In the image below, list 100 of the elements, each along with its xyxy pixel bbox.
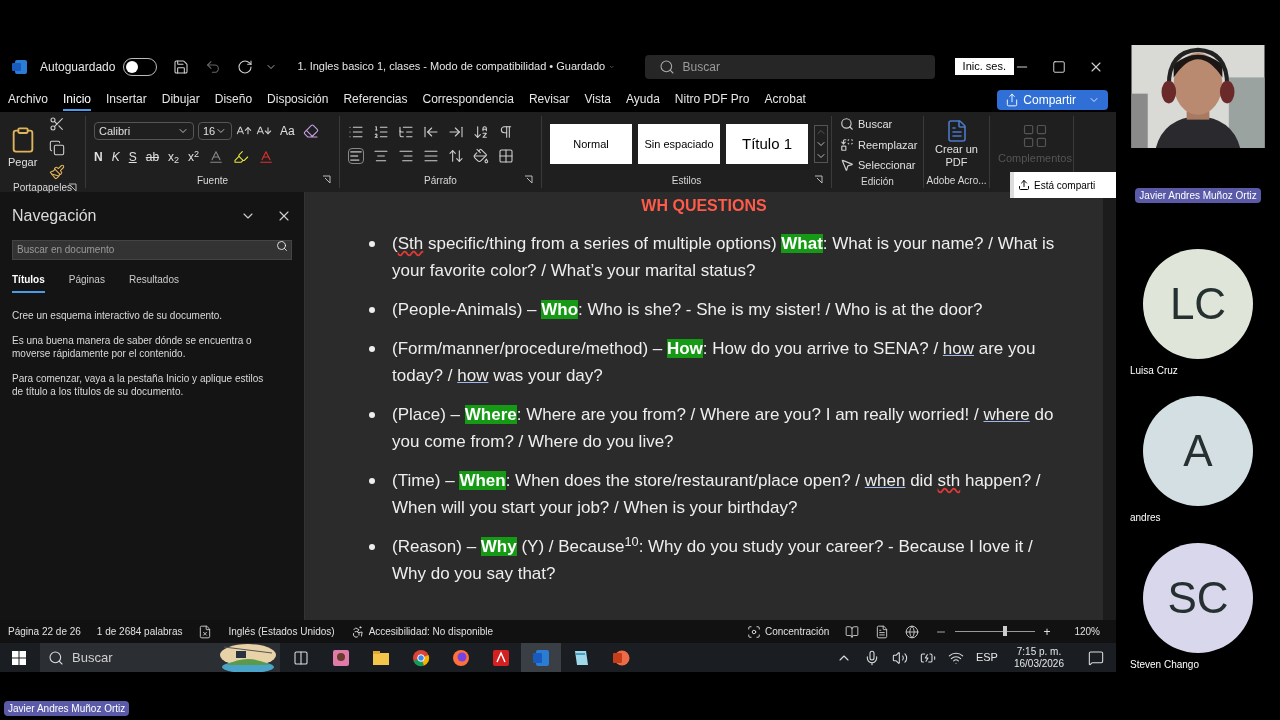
dialog-launcher-icon[interactable] xyxy=(524,175,533,184)
pane-title: Navegación xyxy=(12,206,97,226)
input-language[interactable]: ESP xyxy=(975,649,998,666)
style-option[interactable]: Título 1 xyxy=(726,124,808,164)
format-button[interactable]: K xyxy=(111,148,120,166)
autosave-toggle[interactable] xyxy=(123,57,158,76)
paste-button[interactable]: Pegar xyxy=(8,125,38,171)
page-count[interactable]: Página 22 de 26 xyxy=(8,624,81,639)
dialog-launcher-icon[interactable] xyxy=(814,175,823,184)
notifications-icon[interactable] xyxy=(1088,649,1104,666)
borders-icon[interactable] xyxy=(498,148,514,164)
focus-icon[interactable] xyxy=(746,624,761,639)
pane-paragraph: Para comenzar, vaya a la pestaña Inicio y aplique estilos de título a los títulos de su documento. xyxy=(12,372,265,398)
format-button[interactable]: x$_{2}$ xyxy=(168,148,180,166)
justify-icon[interactable] xyxy=(423,148,439,164)
create-pdf-button[interactable]: Crear un PDF xyxy=(932,119,981,169)
multilevel-list-icon[interactable] xyxy=(398,124,414,140)
participant-name: andres xyxy=(1130,511,1162,525)
ribbon-tab[interactable]: Insertar xyxy=(106,89,147,111)
decrease-indent-icon[interactable] xyxy=(423,124,439,140)
group-label: Párrafo xyxy=(424,173,457,188)
redo-icon[interactable] xyxy=(237,58,254,75)
style-option[interactable]: Sin espaciado xyxy=(638,124,720,164)
document-title[interactable]: 1. Ingles basico 1, clases - Modo de compatibilidad • Guardado xyxy=(297,58,606,75)
highlighter-icon[interactable] xyxy=(233,149,250,165)
share-button[interactable]: Compartir xyxy=(997,90,1108,110)
pilcrow-icon[interactable] xyxy=(498,124,514,140)
paintbrush-icon[interactable] xyxy=(49,164,66,180)
search-icon xyxy=(48,649,64,666)
proofing-icon[interactable] xyxy=(198,624,213,639)
ribbon-tab[interactable]: Revisar xyxy=(528,89,570,111)
align-center-icon[interactable] xyxy=(373,148,389,164)
ribbon-tab[interactable]: Ayuda xyxy=(626,89,660,111)
app-icon[interactable] xyxy=(491,647,511,668)
ribbon-tab[interactable]: Vista xyxy=(584,89,612,111)
zoom-in-button[interactable]: + xyxy=(1043,625,1051,638)
change-case-button[interactable]: Aa xyxy=(276,122,299,140)
format-button[interactable]: S xyxy=(128,148,137,166)
windows-logo-icon[interactable] xyxy=(12,650,26,665)
ribbon-tab[interactable]: Acrobat xyxy=(764,89,806,111)
pane-tab[interactable]: Resultados xyxy=(128,272,179,293)
editing-button[interactable]: Seleccionar xyxy=(840,157,918,174)
numbering-icon[interactable] xyxy=(373,124,389,140)
ribbon-tab[interactable]: Disposición xyxy=(267,89,329,111)
pane-tab[interactable]: Páginas xyxy=(68,272,105,293)
language-status[interactable]: Inglés (Estados Unidos) xyxy=(228,624,335,639)
editing-button[interactable]: Buscar xyxy=(840,116,918,133)
editing-icon xyxy=(840,158,854,173)
ribbon-tab[interactable]: Diseño xyxy=(214,89,253,111)
task-view-icon[interactable] xyxy=(293,649,309,666)
zoom-slider-thumb[interactable] xyxy=(1003,626,1007,636)
zoom-level[interactable]: 120% xyxy=(1074,624,1100,639)
app-icon[interactable] xyxy=(331,647,351,668)
taskbar-search-input[interactable]: Buscar xyxy=(72,647,182,668)
style-option[interactable]: Normal xyxy=(550,124,632,164)
save-icon[interactable] xyxy=(173,58,190,75)
copy-icon[interactable] xyxy=(49,140,66,156)
sign-in-button[interactable]: Inic. ses. xyxy=(954,58,1014,75)
align-right-icon[interactable] xyxy=(398,148,414,164)
maximize-icon[interactable] xyxy=(1052,59,1066,74)
app-icon[interactable] xyxy=(411,647,431,668)
group-label: Estilos xyxy=(671,173,702,188)
read-mode-icon[interactable] xyxy=(845,624,860,639)
format-button[interactable]: N xyxy=(94,148,103,166)
search-field[interactable]: Buscar en documento xyxy=(12,239,292,260)
search-field[interactable]: Buscar xyxy=(644,54,935,79)
dialog-launcher-icon[interactable] xyxy=(322,175,331,184)
format-button[interactable]: ab xyxy=(145,148,160,166)
ribbon-tab[interactable]: Correspondencia xyxy=(422,89,514,111)
clock[interactable]: 7:15 p. m. 16/03/2026 xyxy=(1013,645,1064,670)
scissors-icon[interactable] xyxy=(49,116,66,132)
pane-paragraph: Cree un esquema interactivo de su documento. xyxy=(12,309,224,322)
share-popup[interactable]: Está comparti xyxy=(1010,172,1116,198)
increase-indent-icon[interactable] xyxy=(448,124,464,140)
undo-icon[interactable] xyxy=(205,58,222,75)
line-spacing-icon[interactable] xyxy=(448,148,464,164)
app-icon[interactable] xyxy=(451,647,471,668)
text-effects-icon[interactable] xyxy=(208,149,225,165)
ribbon-tab[interactable]: Referencias xyxy=(343,89,408,111)
sort-icon[interactable] xyxy=(473,124,489,140)
ribbon-tab[interactable]: Nitro PDF Pro xyxy=(674,89,750,111)
search-icon xyxy=(658,58,675,75)
web-layout-icon[interactable] xyxy=(905,624,920,639)
ribbon-tab[interactable]: Archivo xyxy=(8,89,48,111)
bullet-icon xyxy=(369,478,375,484)
eraser-icon[interactable] xyxy=(302,123,319,139)
bullets-icon[interactable] xyxy=(348,124,364,140)
print-layout-icon[interactable] xyxy=(875,624,890,639)
search-icon xyxy=(276,240,288,252)
focus-button[interactable]: Concentración xyxy=(764,624,830,639)
accessibility-status[interactable]: Accesibilidad: No disponible xyxy=(368,624,494,639)
shading-icon[interactable] xyxy=(473,148,489,164)
word-count[interactable]: 1 de 2684 palabras xyxy=(96,624,183,639)
align-left-icon[interactable] xyxy=(348,148,364,164)
ribbon-tab[interactable]: Dibujar xyxy=(161,89,200,111)
pane-tab[interactable]: Títulos xyxy=(12,272,45,293)
font-color-icon[interactable] xyxy=(258,149,275,165)
editing-button[interactable]: Reemplazar xyxy=(840,136,918,153)
speaker-icon[interactable] xyxy=(891,649,908,666)
format-button[interactable]: x$^{2}$ xyxy=(188,148,200,166)
